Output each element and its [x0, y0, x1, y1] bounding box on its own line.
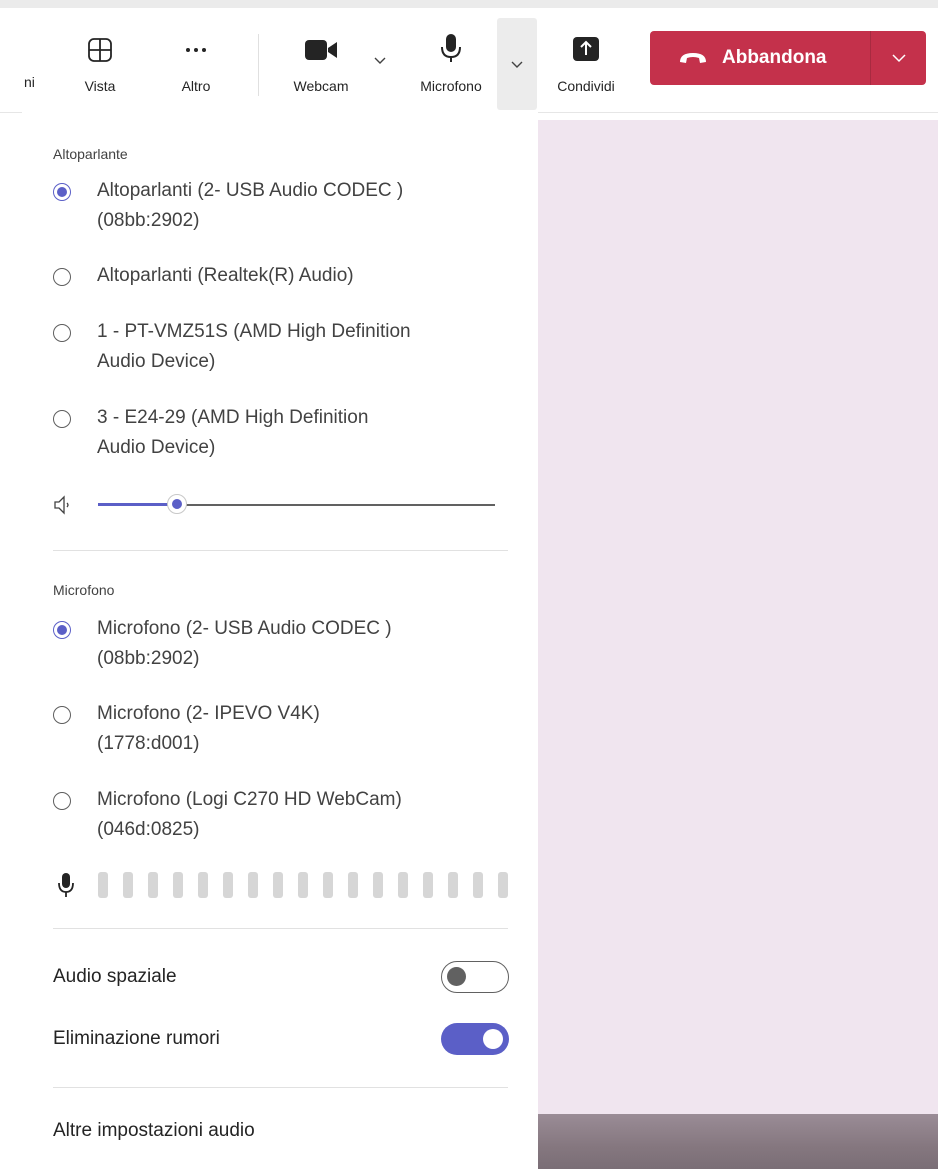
view-label: Vista — [84, 78, 116, 94]
speaker-radio[interactable] — [53, 268, 71, 286]
noise-suppression-toggle[interactable] — [441, 1023, 509, 1055]
more-dots-icon — [182, 24, 210, 64]
video-camera-icon — [301, 24, 341, 64]
level-bar — [398, 872, 408, 898]
microphone-option[interactable]: Microfono (2- IPEVO V4K) (1778:d001) — [53, 703, 503, 759]
meeting-video-area — [538, 120, 938, 1114]
noise-suppression-row: Eliminazione rumori — [53, 1023, 509, 1055]
share-button[interactable]: Condividi — [544, 8, 628, 112]
speaker-option[interactable]: 3 - E24-29 (AMD High Definition Audio Dev… — [53, 407, 503, 463]
microphone-radio[interactable] — [53, 621, 71, 639]
chevron-down-icon — [374, 57, 386, 64]
microphone-level-icon — [58, 873, 74, 897]
truncated-toolbar-label[interactable]: ni — [24, 74, 35, 90]
speaker-option[interactable]: 1 - PT-VMZ51S (AMD High Definition Audio … — [53, 321, 503, 377]
spatial-audio-label: Audio spaziale — [53, 966, 177, 987]
level-bar — [448, 872, 458, 898]
level-bar — [423, 872, 433, 898]
toggle-knob — [447, 967, 466, 986]
microphone-section-title: Microfono — [53, 582, 115, 598]
grid-icon — [86, 24, 114, 64]
section-divider — [53, 1087, 508, 1088]
microphone-label: Microfono — [420, 78, 482, 94]
noise-suppression-label: Eliminazione rumori — [53, 1028, 220, 1049]
speaker-option[interactable]: Altoparlanti (Realtek(R) Audio) — [53, 265, 503, 291]
microphone-option-label: Microfono (Logi C270 HD WebCam) — [97, 789, 402, 810]
microphone-icon — [437, 24, 465, 64]
meeting-toolbar: ni Vista Altro Webcam Microfono Condivid… — [0, 8, 938, 113]
level-bar — [273, 872, 283, 898]
more-label: Altro — [181, 78, 211, 94]
webcam-button[interactable]: Webcam — [280, 8, 362, 112]
microphone-option[interactable]: Microfono (2- USB Audio CODEC ) (08bb:290… — [53, 618, 503, 674]
microphone-radio[interactable] — [53, 792, 71, 810]
speaker-volume-fill — [98, 503, 178, 506]
speaker-option[interactable]: Altoparlanti (2- USB Audio CODEC ) (08bb:… — [53, 180, 503, 236]
microphone-level-meter — [98, 872, 523, 898]
webcam-options-chevron[interactable] — [368, 46, 392, 74]
microphone-option-label-2: (1778:d001) — [97, 733, 200, 754]
level-bar — [198, 872, 208, 898]
toggle-knob — [483, 1029, 503, 1049]
spatial-audio-toggle[interactable] — [441, 961, 509, 993]
microphone-options-chevron[interactable] — [497, 18, 537, 110]
leave-options-chevron[interactable] — [871, 31, 926, 85]
section-divider — [53, 550, 508, 551]
level-bar — [348, 872, 358, 898]
speaker-option-label: 3 - E24-29 (AMD High Definition — [97, 407, 369, 428]
leave-label: Abbandona — [722, 47, 827, 68]
window-top-strip — [0, 0, 938, 8]
speaker-option-label: Altoparlanti (Realtek(R) Audio) — [97, 265, 354, 286]
speaker-option-label-2: Audio Device) — [97, 351, 216, 372]
chevron-down-icon — [511, 61, 523, 68]
microphone-option[interactable]: Microfono (Logi C270 HD WebCam) (046d:082… — [53, 789, 503, 845]
level-bar — [248, 872, 258, 898]
speaker-option-label: 1 - PT-VMZ51S (AMD High Definition — [97, 321, 411, 342]
microphone-option-label-2: (046d:0825) — [97, 819, 200, 840]
level-bar — [298, 872, 308, 898]
webcam-label: Webcam — [293, 78, 349, 94]
more-audio-settings-link[interactable]: Altre impostazioni audio — [53, 1120, 255, 1142]
share-upload-icon — [571, 24, 601, 64]
microphone-button[interactable]: Microfono — [408, 8, 494, 112]
level-bar — [123, 872, 133, 898]
level-bar — [498, 872, 508, 898]
microphone-option-label: Microfono (2- USB Audio CODEC ) — [97, 618, 392, 639]
microphone-radio[interactable] — [53, 706, 71, 724]
speaker-volume-icon — [54, 495, 69, 515]
level-bar — [473, 872, 483, 898]
speaker-radio[interactable] — [53, 410, 71, 428]
level-bar — [323, 872, 333, 898]
chevron-down-icon — [891, 54, 906, 63]
speaker-radio[interactable] — [53, 183, 71, 201]
speaker-radio[interactable] — [53, 324, 71, 342]
share-label: Condividi — [557, 78, 615, 94]
speaker-section-title: Altoparlante — [53, 146, 128, 162]
level-bar — [148, 872, 158, 898]
level-bar — [98, 872, 108, 898]
section-divider — [53, 928, 508, 929]
speaker-option-label: Altoparlanti (2- USB Audio CODEC ) — [97, 180, 404, 201]
leave-button-group: Abbandona — [650, 31, 926, 85]
microphone-option-label: Microfono (2- IPEVO V4K) — [97, 703, 320, 724]
speaker-option-label-2: Audio Device) — [97, 437, 216, 458]
speaker-option-label-2: (08bb:2902) — [97, 210, 200, 231]
hang-up-phone-icon — [680, 53, 706, 63]
spatial-audio-row: Audio spaziale — [53, 961, 509, 993]
microphone-option-label-2: (08bb:2902) — [97, 648, 200, 669]
level-bar — [223, 872, 233, 898]
toolbar-divider — [258, 34, 259, 96]
leave-button[interactable]: Abbandona — [650, 31, 870, 85]
participant-video-tile — [538, 1114, 938, 1169]
level-bar — [173, 872, 183, 898]
more-button[interactable]: Altro — [166, 8, 226, 112]
level-bar — [373, 872, 383, 898]
view-button[interactable]: Vista — [70, 8, 130, 112]
